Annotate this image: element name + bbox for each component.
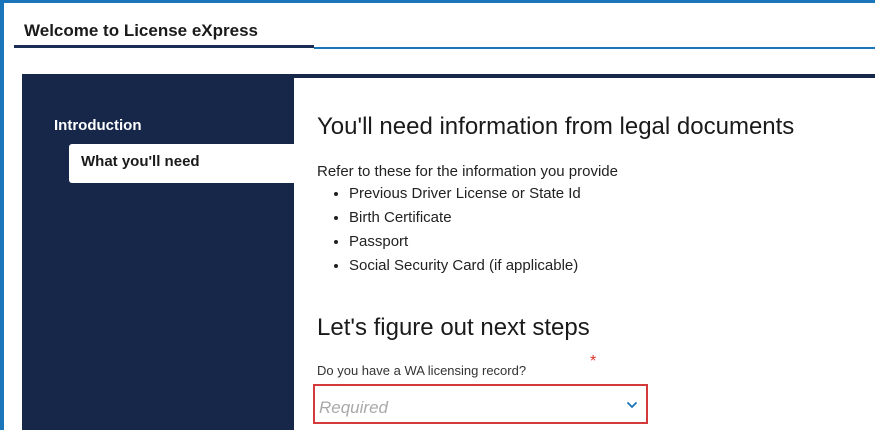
main-panel: You'll need information from legal docum… [294,78,875,430]
title-underline [14,45,314,48]
sidebar-item-what-youll-need[interactable]: What you'll need [69,144,294,183]
app-window: Welcome to License eXpress Introduction … [0,0,875,430]
select-placeholder: Required [319,398,388,417]
page-heading: You'll need information from legal docum… [317,113,795,140]
window-titlebar: Welcome to License eXpress [8,6,875,50]
content-area: Introduction What you'll need You'll nee… [22,74,875,430]
licensing-record-label: Do you have a WA licensing record? [317,363,527,378]
intro-text: Refer to these for the information you p… [317,163,618,180]
title-divider [314,47,875,49]
list-item: Social Security Card (if applicable) [349,254,581,278]
sidebar-nav: Introduction What you'll need [22,78,294,430]
documents-list: Previous Driver License or State Id Birt… [317,182,581,278]
list-item: Birth Certificate [349,206,581,230]
required-marker: * [590,353,597,370]
licensing-record-select[interactable]: Required [313,384,648,424]
sidebar-section-introduction[interactable]: Introduction [54,117,141,134]
next-steps-heading: Let's figure out next steps [317,314,590,341]
chevron-down-icon [627,402,637,408]
window-title: Welcome to License eXpress [24,21,259,40]
list-item: Previous Driver License or State Id [349,182,581,206]
list-item: Passport [349,230,581,254]
